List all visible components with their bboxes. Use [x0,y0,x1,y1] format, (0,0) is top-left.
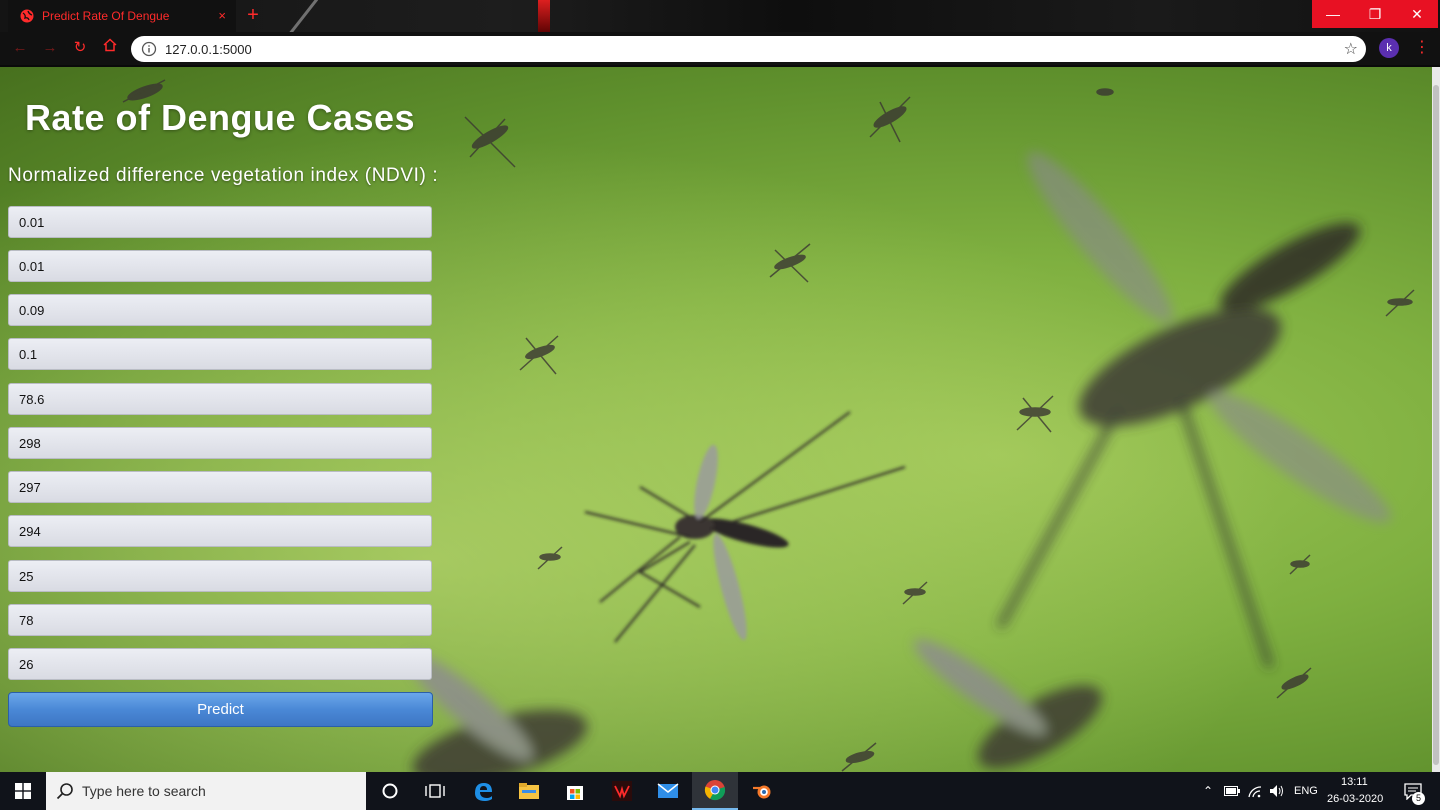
search-placeholder: Type here to search [82,783,206,799]
input-field-5[interactable] [8,383,432,415]
page-scrollbar[interactable] [1432,67,1440,772]
input-field-6[interactable] [8,427,432,459]
volume-icon[interactable] [1265,772,1289,810]
page-content: Rate of Dengue Cases Normalized differen… [0,67,1432,772]
input-field-8[interactable] [8,515,432,547]
ndvi-field-4[interactable] [8,338,432,370]
notification-count-badge: 5 [1412,792,1425,805]
restore-button[interactable]: ❐ [1354,0,1396,28]
windows-logo-icon [15,783,31,799]
notification-center-icon[interactable]: 5 [1396,772,1430,810]
new-tab-button[interactable]: + [243,5,263,26]
ndvi-label: Normalized difference vegetation index (… [8,165,439,186]
tab-title: Predict Rate Of Dengue [42,9,170,23]
scrollbar-thumb[interactable] [1433,85,1439,765]
address-bar[interactable]: 127.0.0.1:5000 ☆ [131,36,1366,62]
home-icon[interactable] [100,38,120,58]
input-field-9[interactable] [8,560,432,592]
profile-avatar[interactable]: k [1379,38,1399,58]
input-field-10[interactable] [8,604,432,636]
predict-button[interactable]: Predict [8,692,433,727]
ndvi-field-1[interactable] [8,206,432,238]
input-field-7[interactable] [8,471,432,503]
close-window-button[interactable]: ✕ [1396,0,1438,28]
blender-icon[interactable] [739,772,785,810]
reload-icon[interactable]: ↻ [70,38,90,58]
globe-icon [20,9,34,23]
clock-time[interactable]: 13:11 [1341,776,1368,788]
browser-titlebar: Predict Rate Of Dengue × + — ❐ ✕ [0,0,1440,40]
windows-start-button[interactable] [0,772,46,810]
edge-browser-icon[interactable] [460,772,506,810]
ndvi-field-3[interactable] [8,294,432,326]
forward-arrow-icon[interactable]: → [40,38,60,58]
browser-menu-icon[interactable]: ⋮ [1414,37,1430,57]
minimize-button[interactable]: — [1312,0,1354,28]
tab-close-icon[interactable]: × [218,8,226,23]
input-field-11[interactable] [8,648,432,680]
mail-icon[interactable] [645,772,691,810]
url-text: 127.0.0.1:5000 [165,41,252,57]
chrome-icon[interactable] [692,772,738,810]
file-explorer-icon[interactable] [506,772,552,810]
background-decoration [538,0,550,32]
battery-icon[interactable] [1220,772,1244,810]
search-icon [56,783,73,800]
wifi-icon[interactable] [1243,772,1267,810]
cortana-icon[interactable] [367,772,413,810]
back-arrow-icon[interactable]: ← [10,38,30,58]
language-indicator[interactable]: ENG [1294,785,1318,797]
microsoft-store-icon[interactable] [552,772,598,810]
taskbar: Type here to search ⌃ ENG 13:11 26-03-20… [0,772,1440,810]
clock-date[interactable]: 26-03-2020 [1327,793,1383,805]
bookmark-star-icon[interactable]: ☆ [1344,39,1358,59]
page-title: Rate of Dengue Cases [24,97,416,138]
show-hidden-icons-chevron-icon[interactable]: ⌃ [1196,772,1220,810]
browser-toolbar: ← → ↻ 127.0.0.1:5000 ☆ k ⋮ [0,32,1440,67]
task-view-icon[interactable] [412,772,458,810]
predator-sense-icon[interactable] [599,772,645,810]
browser-tab[interactable]: Predict Rate Of Dengue × [8,0,236,32]
ndvi-field-2[interactable] [8,250,432,282]
info-icon[interactable] [141,41,157,57]
taskbar-search-box[interactable]: Type here to search [46,772,366,810]
